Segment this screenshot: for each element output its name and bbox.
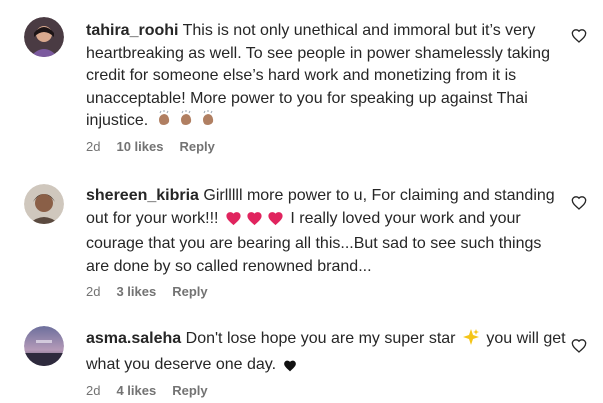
comment-username[interactable]: tahira_roohi [86, 22, 178, 39]
avatar[interactable] [24, 326, 64, 366]
sparkles-icon [462, 328, 480, 354]
comment-body: shereen_kibria Girlllll more power to u,… [86, 185, 566, 278]
like-heart-icon[interactable] [571, 28, 589, 46]
comment-time: 2d [86, 284, 101, 299]
avatar[interactable] [24, 17, 64, 57]
likes-count[interactable]: 3 likes [116, 284, 156, 299]
comment-body: tahira_roohi This is not only unethical … [86, 20, 566, 136]
comment-item: asma.saleha Don't lose hope you are my s… [0, 300, 603, 403]
comment-text: Don't lose hope you are my super star [185, 330, 456, 347]
clap-icon [199, 110, 217, 136]
comment-body: asma.saleha Don't lose hope you are my s… [86, 328, 566, 379]
black-heart-icon [283, 357, 297, 380]
comment-time: 2d [86, 139, 101, 154]
red-heart-icon [267, 210, 284, 234]
reply-button[interactable]: Reply [179, 139, 214, 154]
like-heart-icon[interactable] [571, 195, 589, 213]
red-heart-icon [246, 210, 263, 234]
reply-button[interactable]: Reply [172, 383, 207, 398]
comment-username[interactable]: shereen_kibria [86, 187, 199, 204]
comment-item: tahira_roohi This is not only unethical … [0, 0, 603, 165]
comment-username[interactable]: asma.saleha [86, 330, 181, 347]
like-heart-icon[interactable] [571, 338, 589, 356]
comment-time: 2d [86, 383, 101, 398]
reply-button[interactable]: Reply [172, 284, 207, 299]
comment-meta: 2d 3 likes Reply [86, 284, 208, 299]
comment-meta: 2d 10 likes Reply [86, 139, 215, 154]
avatar[interactable] [24, 184, 64, 224]
clap-icon [155, 110, 173, 136]
comment-item: shereen_kibria Girlllll more power to u,… [0, 165, 603, 300]
red-heart-icon [225, 210, 242, 234]
comment-meta: 2d 4 likes Reply [86, 383, 208, 398]
clap-icon [177, 110, 195, 136]
likes-count[interactable]: 4 likes [116, 383, 156, 398]
likes-count[interactable]: 10 likes [116, 139, 163, 154]
